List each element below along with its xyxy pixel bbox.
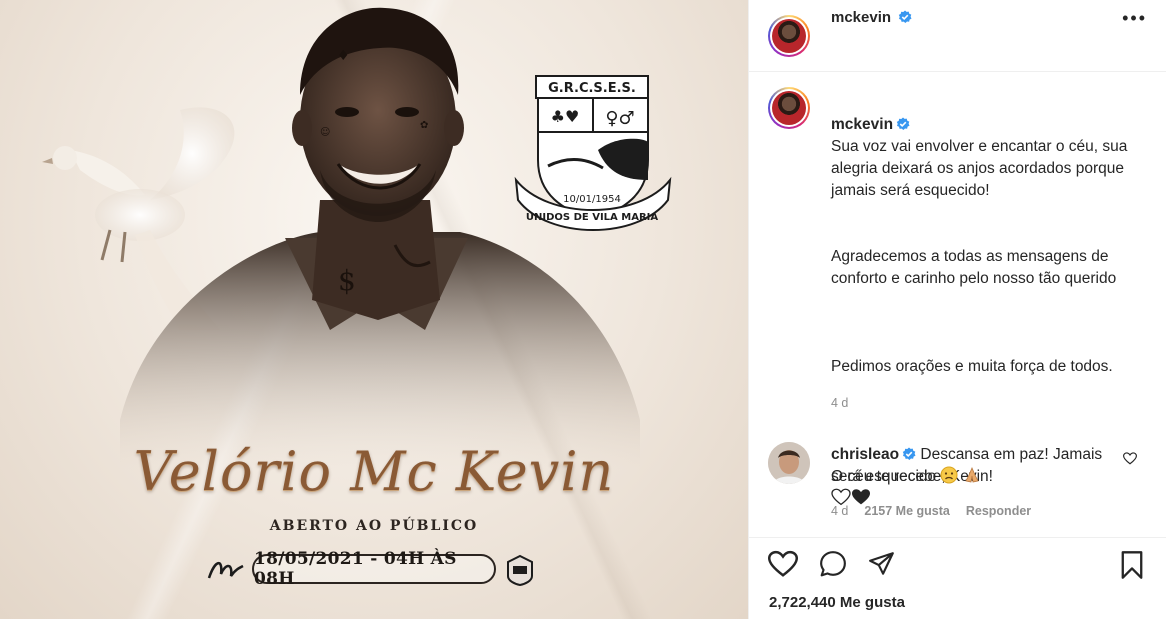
post-side-panel: mckevin ••• mckevin Sua voz vai envolver… <box>748 0 1166 619</box>
caption-para-3: Pedimos orações e muita força de todos. <box>831 358 1113 375</box>
comment-meta: 4 d 2157 Me gusta Responder <box>831 504 1031 518</box>
header-username[interactable]: mckevin <box>831 9 891 26</box>
more-options-icon[interactable]: ••• <box>1122 8 1147 29</box>
comment-like-heart-icon[interactable] <box>1123 452 1137 465</box>
event-date: 18/05/2021 - 04H ÀS 08H <box>252 549 496 589</box>
verified-badge-icon <box>899 10 912 23</box>
post-image[interactable]: ♦ ☺ ✿ $ G.R.C.S.E.S. ♣♥ ♀♂ 10/01/1954 UN… <box>0 0 748 619</box>
signature-logo-icon <box>207 562 244 579</box>
svg-text:✿: ✿ <box>420 120 428 131</box>
emblem-date: 10/01/1954 <box>563 194 621 205</box>
svg-text:☺: ☺ <box>320 127 330 138</box>
commenter-photo <box>768 442 810 484</box>
action-bar <box>749 537 1166 593</box>
caption-avatar[interactable] <box>768 87 810 129</box>
post-title: Velório Mc Kevin <box>133 440 615 503</box>
heart-icon[interactable] <box>768 550 798 578</box>
verified-badge-icon <box>902 447 916 460</box>
caption-para-2: Agradecemos a todas as mensagens de conf… <box>831 248 1117 287</box>
sad-face-emoji-icon <box>940 466 958 484</box>
badge-logo-icon <box>507 554 533 586</box>
bookmark-icon[interactable] <box>1118 550 1146 580</box>
comment-text: chrisleao Descansa em paz! Jamais será e… <box>831 444 1121 488</box>
post-header: mckevin ••• <box>749 0 1166 72</box>
praying-hands-emoji-icon <box>965 466 979 483</box>
svg-text:$: $ <box>338 264 356 297</box>
svg-text:♦: ♦ <box>337 48 350 64</box>
comment-icon[interactable] <box>818 550 848 578</box>
likes-count[interactable]: 2,722,440 Me gusta <box>769 594 905 611</box>
emblem-name: UNIDOS DE VILA MARIA <box>526 212 658 223</box>
comment-username[interactable]: chrisleao <box>831 446 899 463</box>
verified-badge-icon <box>896 117 910 130</box>
post-subtitle: ABERTO AO PÚBLICO <box>269 518 479 534</box>
caption-username[interactable]: mckevin <box>831 116 893 133</box>
header-username-row: mckevin <box>831 9 912 26</box>
svg-text:♀♂: ♀♂ <box>605 108 634 129</box>
samba-school-emblem: G.R.C.S.E.S. ♣♥ ♀♂ 10/01/1954 UNIDOS DE … <box>514 75 672 231</box>
comment-timestamp[interactable]: 4 d <box>831 504 848 518</box>
comment-likes[interactable]: 2157 Me gusta <box>864 504 949 518</box>
profile-avatar[interactable] <box>768 15 810 57</box>
reply-button[interactable]: Responder <box>966 504 1031 518</box>
emblem-acronym: G.R.C.S.E.S. <box>548 81 636 96</box>
date-row: 18/05/2021 - 04H ÀS 08H <box>0 549 748 589</box>
caption-timestamp[interactable]: 4 d <box>831 396 848 410</box>
share-icon[interactable] <box>867 550 897 578</box>
caption-para-1: Sua voz vai envolver e encantar o céu, s… <box>831 138 1128 199</box>
svg-text:♣♥: ♣♥ <box>551 107 580 126</box>
comment-avatar[interactable] <box>768 442 810 484</box>
